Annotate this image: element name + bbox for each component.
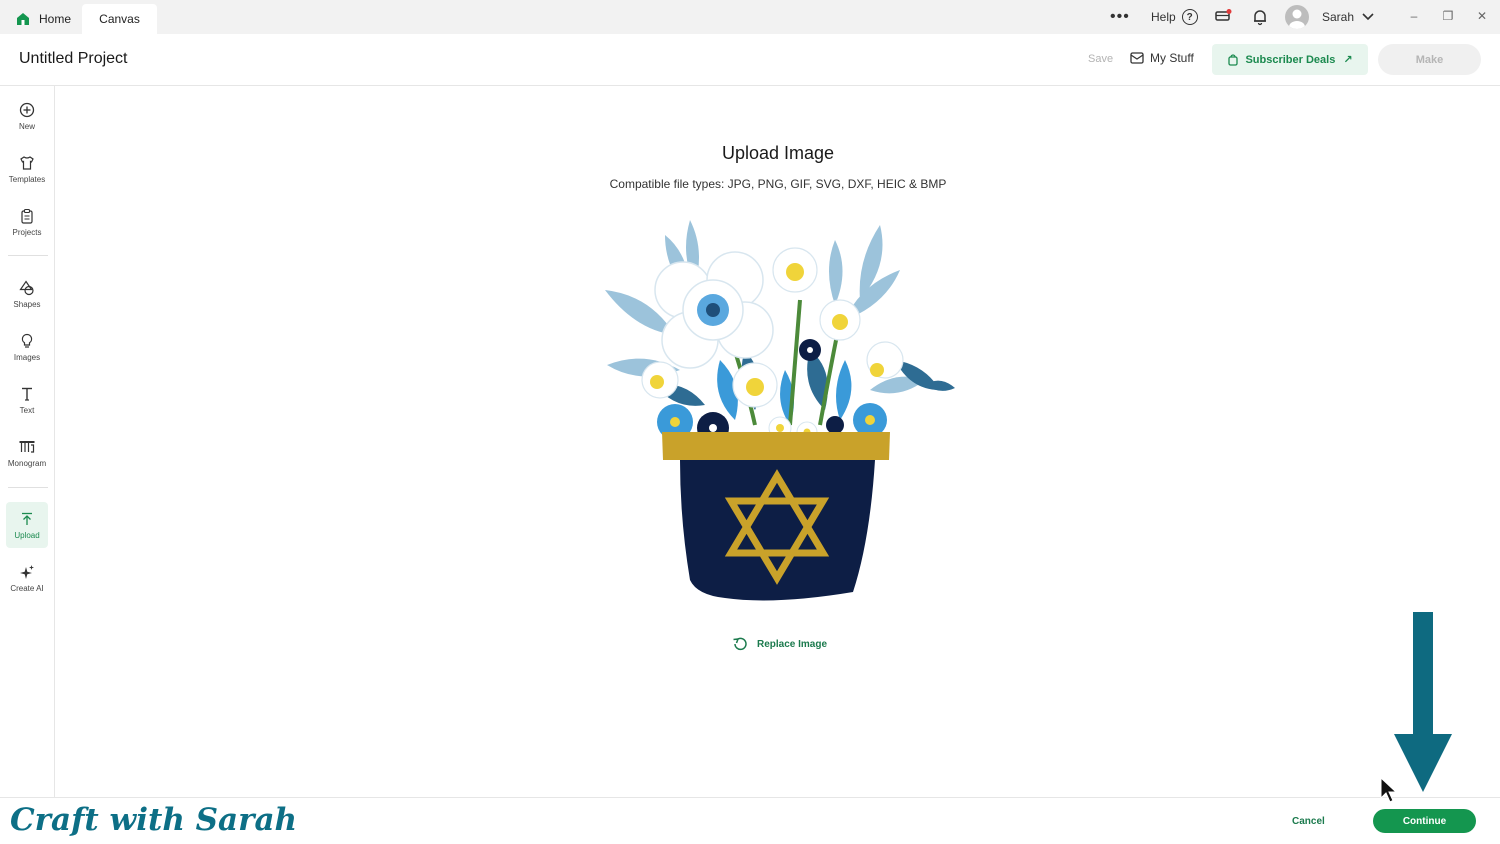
upload-title: Upload Image [721, 143, 835, 163]
tab-home[interactable]: Home [8, 4, 79, 34]
cart-icon[interactable] [1214, 8, 1232, 26]
uploaded-image-preview [605, 220, 955, 601]
sidebar-item-label: New [18, 121, 35, 131]
pointer-arrow-icon [1394, 612, 1452, 792]
help-label: Help [1151, 10, 1176, 24]
left-sidebar: New Templates Projects Shapes Images Tex… [0, 86, 55, 797]
chevron-down-icon [1362, 13, 1374, 21]
sidebar-item-images[interactable]: Images [6, 324, 48, 370]
refresh-icon [733, 637, 747, 651]
project-header: Untitled Project Save My Stuff Subscribe… [0, 34, 1500, 86]
sidebar-item-label: Monogram [7, 458, 47, 468]
help-button[interactable]: Help ? [1151, 0, 1198, 34]
sidebar-item-create-ai[interactable]: Create AI [6, 555, 48, 601]
cancel-button[interactable]: Cancel [1292, 816, 1325, 827]
sidebar-divider [8, 487, 48, 488]
sidebar-item-new[interactable]: New [6, 93, 48, 139]
home-icon [17, 13, 29, 25]
my-stuff-button[interactable]: My Stuff [1130, 51, 1194, 65]
sidebar-item-monogram[interactable]: Monogram [6, 430, 48, 476]
close-button[interactable]: ✕ [1474, 9, 1490, 23]
subscriber-deals-label: Subscriber Deals [1245, 53, 1336, 66]
tshirt-icon [20, 155, 34, 170]
continue-button[interactable]: Continue [1373, 809, 1476, 833]
minimize-button[interactable]: – [1406, 9, 1422, 23]
sidebar-item-label: Templates [8, 174, 46, 184]
sidebar-item-label: Projects [12, 227, 42, 237]
project-title[interactable]: Untitled Project [19, 50, 128, 68]
tag-icon [1228, 53, 1239, 66]
lightbulb-icon [21, 333, 33, 348]
sidebar-item-label: Create AI [10, 583, 44, 593]
clipboard-icon [21, 208, 33, 224]
user-icon [1289, 9, 1305, 29]
sidebar-item-upload[interactable]: Upload [6, 502, 48, 548]
title-bar: Home Canvas ••• Help ? Sarah – ❐ ✕ [0, 0, 1500, 34]
bell-icon[interactable] [1251, 8, 1269, 26]
external-link-icon: ↗ [1343, 54, 1353, 66]
sparkle-icon [20, 564, 34, 579]
text-t-icon [22, 387, 32, 401]
question-icon: ? [1181, 9, 1198, 25]
tab-home-label: Home [39, 12, 72, 26]
sidebar-item-projects[interactable]: Projects [6, 199, 48, 245]
user-menu[interactable]: Sarah [1322, 0, 1375, 34]
sidebar-item-text[interactable]: Text [6, 377, 48, 423]
sidebar-item-label: Shapes [13, 299, 41, 309]
subscriber-deals-button[interactable]: Subscriber Deals ↗ [1212, 44, 1368, 75]
replace-image-label: Replace Image [757, 638, 828, 650]
restore-button[interactable]: ❐ [1440, 9, 1456, 23]
tab-canvas[interactable]: Canvas [82, 4, 157, 34]
sidebar-item-shapes[interactable]: Shapes [6, 271, 48, 317]
sidebar-divider [8, 255, 48, 256]
sidebar-item-templates[interactable]: Templates [6, 146, 48, 192]
user-name: Sarah [1322, 10, 1355, 24]
more-options-button[interactable]: ••• [1110, 0, 1130, 34]
tab-canvas-label: Canvas [99, 12, 140, 26]
avatar[interactable] [1285, 5, 1309, 29]
sidebar-item-label: Text [19, 405, 35, 415]
upload-icon [22, 512, 32, 525]
sidebar-item-label: Images [13, 352, 41, 362]
envelope-icon [1130, 52, 1144, 64]
shapes-icon [19, 279, 34, 295]
footer-bar: Craft with Sarah Cancel Continue [0, 797, 1500, 844]
brand-watermark: Craft with Sarah [10, 802, 298, 838]
make-button[interactable]: Make [1378, 44, 1481, 75]
mouse-cursor-icon [1380, 777, 1398, 803]
replace-image-button[interactable]: Replace Image [731, 636, 827, 652]
save-button[interactable]: Save [1088, 53, 1113, 65]
compatible-file-types: Compatible file types: JPG, PNG, GIF, SV… [609, 177, 947, 191]
plus-circle-icon [19, 102, 35, 117]
my-stuff-label: My Stuff [1150, 51, 1194, 65]
sidebar-item-label: Upload [14, 530, 40, 540]
monogram-icon [19, 440, 35, 453]
